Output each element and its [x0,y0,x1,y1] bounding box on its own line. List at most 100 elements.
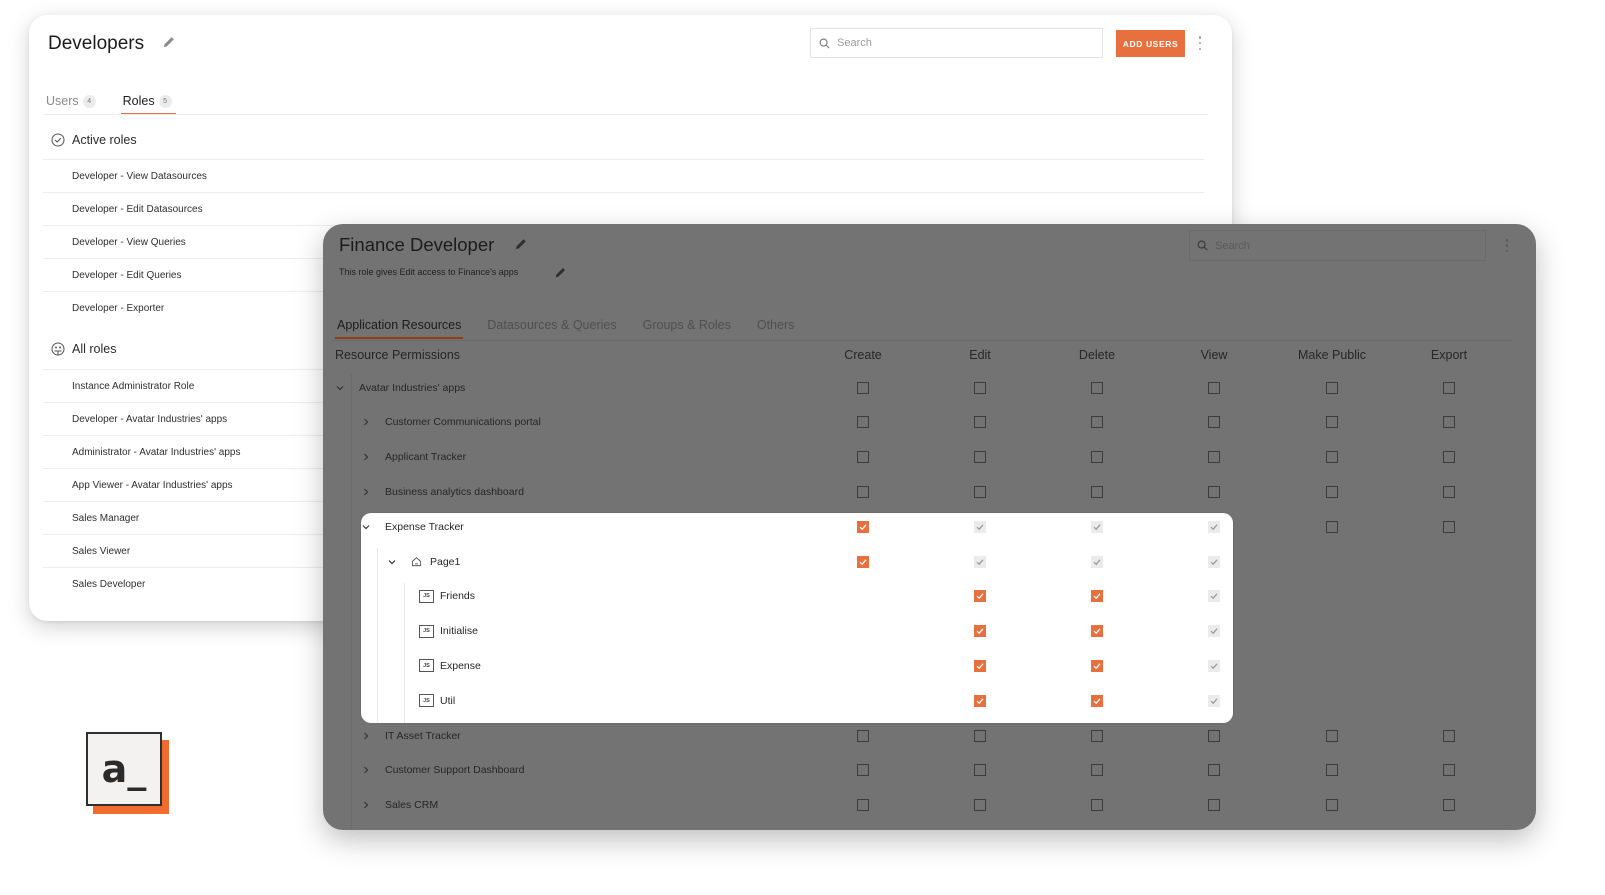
chevron-right-icon[interactable] [361,417,371,427]
chevron-down-icon[interactable] [361,522,371,532]
permission-checkbox-export[interactable] [1443,381,1455,394]
chevron-right-icon[interactable] [361,800,371,810]
group-title: Developers [48,33,145,54]
role-search-field[interactable] [1189,230,1486,261]
permission-checkbox-edit[interactable] [974,694,986,707]
group-search-field[interactable] [810,28,1103,58]
permission-checkbox-export[interactable] [1443,764,1455,777]
permission-checkbox-make-public[interactable] [1326,764,1338,777]
permission-checkbox-delete[interactable] [1091,485,1103,498]
permission-checkbox-view[interactable] [1208,799,1220,812]
search-input[interactable] [1215,239,1465,252]
permission-checkbox-create[interactable] [857,451,869,464]
permission-checkbox-export[interactable] [1443,416,1455,429]
chevron-right-icon[interactable] [361,731,371,741]
tab-users[interactable]: Users 4 [46,94,98,114]
js-object-icon: JS [419,659,434,673]
tab-roles-label: Roles [122,94,155,108]
permission-checkbox-make-public[interactable] [1326,520,1338,533]
permission-checkbox-edit[interactable] [974,381,986,394]
permission-checkbox-create[interactable] [857,764,869,777]
permission-checkbox-export[interactable] [1443,451,1455,464]
resource-label[interactable]: Avatar Industries' apps [335,370,465,405]
permission-checkbox-view[interactable] [1208,764,1220,777]
resource-label[interactable]: Applicant Tracker [361,440,466,475]
permission-checkbox-create[interactable] [857,381,869,394]
chevron-right-icon[interactable] [361,765,371,775]
permission-checkbox-create[interactable] [857,729,869,742]
permission-checkbox-make-public[interactable] [1326,485,1338,498]
permission-checkbox-delete[interactable] [1091,625,1103,638]
roles-count-badge: 5 [158,94,172,108]
resource-label[interactable]: Business analytics dashboard [361,474,524,509]
tab-application-resources[interactable]: Application Resources [334,318,464,339]
permission-checkbox-view[interactable] [1208,416,1220,429]
edit-description-icon[interactable] [554,266,567,279]
tab-roles[interactable]: Roles 5 [120,94,176,115]
permission-checkbox-delete[interactable] [1091,381,1103,394]
resource-label[interactable]: Sales CRM [361,788,438,823]
edit-title-icon[interactable] [514,237,528,251]
permission-checkbox-export[interactable] [1443,729,1455,742]
resource-label[interactable]: Customer Support Dashboard [361,753,525,788]
permission-checkbox-make-public[interactable] [1326,416,1338,429]
permission-checkbox-create[interactable] [857,485,869,498]
permission-checkbox-export[interactable] [1443,485,1455,498]
permission-checkbox-edit[interactable] [974,625,986,638]
permission-checkbox-delete[interactable] [1091,659,1103,672]
permission-checkbox-edit[interactable] [974,659,986,672]
permission-checkbox-export[interactable] [1443,799,1455,812]
permission-checkbox-create[interactable] [857,555,869,568]
chevron-down-icon[interactable] [335,383,345,393]
permission-checkbox-delete[interactable] [1091,590,1103,603]
resource-label[interactable]: JS Expense [419,648,481,683]
permission-checkbox-delete[interactable] [1091,694,1103,707]
edit-title-icon[interactable] [162,35,176,49]
permission-checkbox-make-public[interactable] [1326,451,1338,464]
permission-checkbox-view[interactable] [1208,451,1220,464]
more-options-icon[interactable] [1197,36,1203,50]
tab-groups-roles[interactable]: Groups & Roles [643,318,731,337]
permission-checkbox-create[interactable] [857,520,869,533]
permission-checkbox-view[interactable] [1208,485,1220,498]
permission-checkbox-delete[interactable] [1091,729,1103,742]
chevron-right-icon[interactable] [361,452,371,462]
permission-checkbox-edit[interactable] [974,590,986,603]
role-list-item[interactable]: Developer - Edit Datasources [43,192,1204,225]
permission-checkbox-make-public[interactable] [1326,799,1338,812]
permission-checkbox-delete[interactable] [1091,799,1103,812]
permission-checkbox-export[interactable] [1443,520,1455,533]
resource-label[interactable]: JS Util [419,683,455,718]
permission-checkbox-edit[interactable] [974,416,986,429]
permission-checkbox-view[interactable] [1208,729,1220,742]
chevron-right-icon[interactable] [361,487,371,497]
add-users-button[interactable]: ADD USERS [1116,30,1185,57]
search-input[interactable] [837,37,1077,49]
resource-label[interactable]: JS Initialise [419,614,478,649]
tab-others[interactable]: Others [757,318,795,337]
permission-checkbox-delete[interactable] [1091,416,1103,429]
column-header: Make Public [1297,348,1367,362]
resource-label[interactable]: Expense Tracker [361,509,464,544]
resource-label[interactable]: JS Friends [419,579,475,614]
resource-label[interactable]: IT Asset Tracker [361,718,461,753]
tab-datasources-queries[interactable]: Datasources & Queries [487,318,616,337]
role-list-item[interactable]: Developer - View Datasources [43,159,1204,192]
permission-checkbox-delete[interactable] [1091,451,1103,464]
permission-checkbox-create[interactable] [857,416,869,429]
permission-checkbox-edit[interactable] [974,799,986,812]
chevron-down-icon[interactable] [387,557,397,567]
more-options-icon[interactable] [1504,239,1510,252]
permission-checkbox-edit[interactable] [974,764,986,777]
resource-label[interactable]: Page1 [387,544,460,579]
permission-checkbox-create[interactable] [857,799,869,812]
permission-checkbox-edit[interactable] [974,729,986,742]
permission-checkbox-make-public[interactable] [1326,729,1338,742]
permission-checkbox-edit[interactable] [974,451,986,464]
resource-label[interactable]: Customer Communications portal [361,405,541,440]
permission-checkbox-view[interactable] [1208,381,1220,394]
permission-checkbox-make-public[interactable] [1326,381,1338,394]
permission-row: IT Asset Tracker [323,718,1536,753]
permission-checkbox-edit[interactable] [974,485,986,498]
permission-checkbox-delete[interactable] [1091,764,1103,777]
